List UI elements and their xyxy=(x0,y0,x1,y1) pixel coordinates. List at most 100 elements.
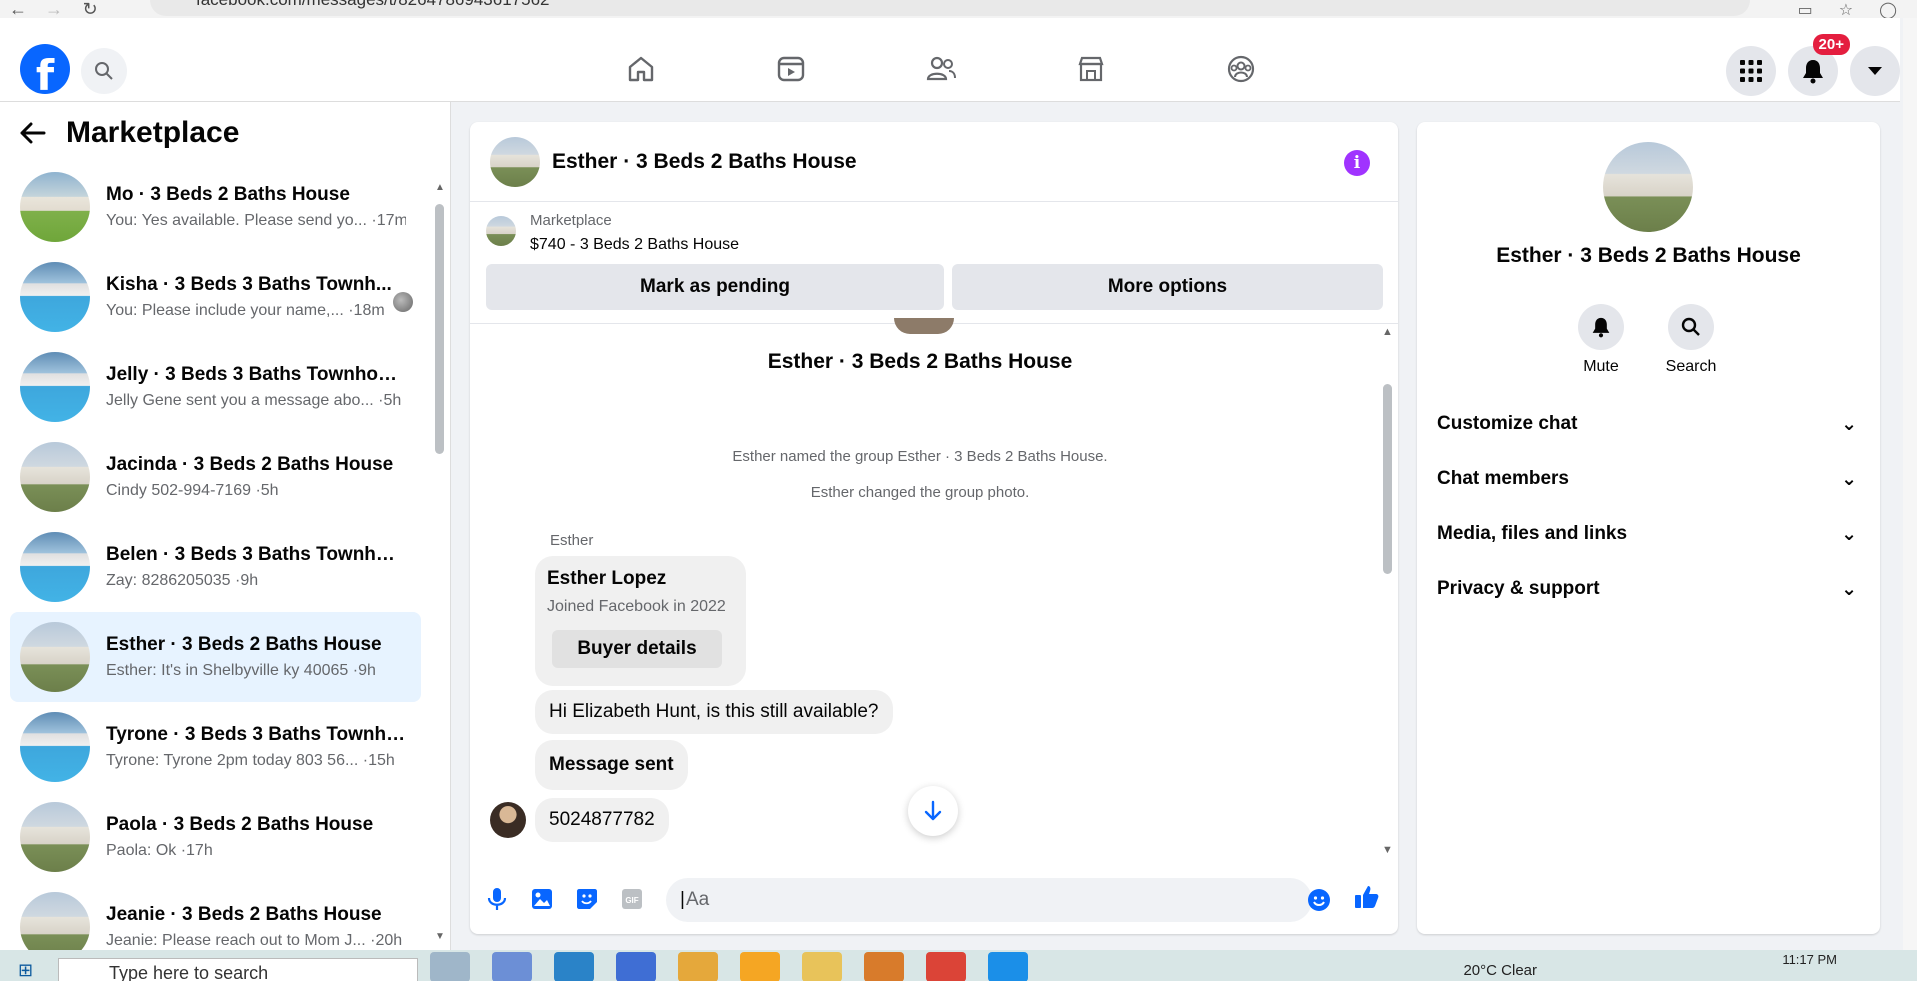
buyer-details-button[interactable]: Buyer details xyxy=(552,630,722,668)
scroll-down-arrow-icon[interactable]: ▼ xyxy=(1382,844,1393,856)
weather-text[interactable]: 20°C Clear xyxy=(1463,962,1537,979)
message-bubble[interactable]: Hi Elizabeth Hunt, is this still availab… xyxy=(535,690,893,734)
photo-icon[interactable] xyxy=(529,886,555,912)
chat-members-section[interactable]: Chat members ⌄ xyxy=(1437,459,1857,499)
account-button[interactable] xyxy=(1850,46,1900,96)
app-icon[interactable] xyxy=(678,952,718,981)
conversation-item[interactable]: Tyrone · 3 Beds 3 Baths Townho... Tyrone:… xyxy=(10,702,421,792)
search-icon xyxy=(1681,317,1700,336)
media-files-links-section[interactable]: Media, files and links ⌄ xyxy=(1437,514,1857,554)
page-scrollbar[interactable] xyxy=(1903,18,1917,950)
gif-icon[interactable]: GIF xyxy=(619,886,645,912)
conversation-item[interactable]: Belen · 3 Beds 3 Baths Townhouse Zay: 828… xyxy=(10,522,421,612)
chevron-down-icon: ⌄ xyxy=(1841,578,1857,600)
section-label: Customize chat xyxy=(1437,413,1578,434)
listing-thumbnail xyxy=(20,442,90,512)
message-bubble[interactable]: 5024877782 xyxy=(535,798,669,842)
conversation-item[interactable]: Jelly · 3 Beds 3 Baths Townhouse Jelly Ge… xyxy=(10,342,421,432)
microphone-icon[interactable] xyxy=(484,886,510,912)
sidebar-scrollbar[interactable]: ▲ ▼ xyxy=(433,182,445,942)
forward-icon[interactable]: → xyxy=(36,0,72,18)
conversation-preview: You: Please include your name,... ·18m xyxy=(106,302,385,319)
chat-scroll-thumb[interactable] xyxy=(1383,384,1392,574)
address-bar[interactable]: facebook.com/messages/t/8264786943617562 xyxy=(150,0,1750,16)
grid-menu-icon xyxy=(1740,60,1762,82)
chat-scrollbar[interactable]: ▲ ▼ xyxy=(1380,324,1394,858)
home-icon xyxy=(628,56,654,82)
app-icon[interactable] xyxy=(802,952,842,981)
listing-thumbnail xyxy=(20,172,90,242)
app-icon[interactable] xyxy=(616,952,656,981)
chat-title[interactable]: Esther · 3 Beds 2 Baths House xyxy=(552,150,857,174)
menu-button[interactable] xyxy=(1726,46,1776,96)
windows-start-icon[interactable]: ⊞ xyxy=(18,960,33,981)
back-arrow-icon[interactable] xyxy=(20,122,46,144)
privacy-support-section[interactable]: Privacy & support ⌄ xyxy=(1437,569,1857,609)
taskbar-search[interactable]: Type here to search xyxy=(58,958,418,981)
listing-thumbnail xyxy=(20,532,90,602)
chrome-icon[interactable] xyxy=(926,952,966,981)
sidebar-scroll-thumb[interactable] xyxy=(435,204,444,454)
svg-text:GIF: GIF xyxy=(625,896,638,905)
back-icon[interactable]: ← xyxy=(0,0,36,18)
marketplace-sidebar: Marketplace Mo · 3 Beds 2 Baths House You… xyxy=(0,102,451,962)
conversation-item[interactable]: Kisha · 3 Beds 3 Baths Townh... You: Plea… xyxy=(10,252,421,342)
groups-icon xyxy=(1227,55,1255,83)
app-icon[interactable] xyxy=(740,952,780,981)
conversation-list: Mo · 3 Beds 2 Baths House You: Yes availa… xyxy=(10,162,421,972)
app-icon[interactable] xyxy=(492,952,532,981)
conversation-preview: Esther: It's in Shelbyville ky 40065 ·9h xyxy=(106,662,376,679)
marketplace-tab[interactable] xyxy=(1070,48,1112,90)
conversation-name: Jeanie · 3 Beds 2 Baths House xyxy=(106,904,382,925)
groups-tab[interactable] xyxy=(1220,48,1262,90)
mark-as-pending-button[interactable]: Mark as pending xyxy=(486,264,944,310)
conversation-item[interactable]: Jacinda · 3 Beds 2 Baths House Cindy 502-… xyxy=(10,432,421,522)
home-tab[interactable] xyxy=(620,48,662,90)
sender-avatar[interactable] xyxy=(490,802,526,838)
scroll-down-arrow-icon[interactable]: ▼ xyxy=(435,931,445,942)
mute-button[interactable]: Mute xyxy=(1556,304,1646,376)
scroll-up-icon[interactable]: ▲ xyxy=(1382,326,1393,338)
app-icon[interactable] xyxy=(554,952,594,981)
notifications-button[interactable]: 20+ xyxy=(1788,34,1850,96)
system-message: Esther changed the group photo. xyxy=(810,484,1030,501)
emoji-icon[interactable] xyxy=(1306,887,1332,913)
message-bubble[interactable]: Message sent xyxy=(535,740,688,790)
conversation-preview: Zay: 8286205035 ·9h xyxy=(106,572,259,589)
customize-chat-section[interactable]: Customize chat ⌄ xyxy=(1437,404,1857,444)
info-icon[interactable]: i xyxy=(1344,150,1370,176)
conversation-name: Mo · 3 Beds 2 Baths House xyxy=(106,184,350,205)
install-icon[interactable]: ▭ xyxy=(1798,0,1813,18)
reload-icon[interactable]: ↻ xyxy=(72,0,108,18)
friends-tab[interactable] xyxy=(920,48,962,90)
conversation-item[interactable]: Paola · 3 Beds 2 Baths House Paola: Ok ·1… xyxy=(10,792,421,882)
message-input[interactable]: | Aa xyxy=(666,878,1312,922)
conversation-preview: Cindy 502-994-7169 ·5h xyxy=(106,482,279,499)
sidebar-title: Marketplace xyxy=(66,116,240,149)
thumbs-up-icon[interactable] xyxy=(1354,884,1380,910)
scroll-to-bottom-button[interactable] xyxy=(908,786,958,836)
arrow-down-icon xyxy=(924,800,942,821)
facebook-logo-icon[interactable]: f xyxy=(20,44,70,94)
clock-time[interactable]: 11:17 PM xyxy=(1782,952,1837,967)
conversation-item-active[interactable]: Esther · 3 Beds 2 Baths House Esther: It'… xyxy=(10,612,421,702)
sticker-icon[interactable] xyxy=(574,886,600,912)
more-options-button[interactable]: More options xyxy=(952,264,1383,310)
video-tab[interactable] xyxy=(770,48,812,90)
app-icon[interactable] xyxy=(430,952,470,981)
search-button[interactable] xyxy=(81,48,127,94)
message-placeholder: Aa xyxy=(685,889,710,910)
listing-thumbnail[interactable] xyxy=(486,216,516,246)
search-in-chat-button[interactable]: Search xyxy=(1646,304,1736,376)
conversation-item[interactable]: Mo · 3 Beds 2 Baths House You: Yes availa… xyxy=(10,162,421,252)
chat-avatar[interactable] xyxy=(490,136,540,187)
listing-price-title[interactable]: $740 - 3 Beds 2 Baths House xyxy=(530,236,739,254)
scroll-up-icon[interactable]: ▲ xyxy=(435,182,445,193)
app-icon[interactable] xyxy=(988,952,1028,981)
bookmark-star-icon[interactable]: ☆ xyxy=(1839,0,1853,18)
windows-taskbar: ⊞ Type here to search 20°C Clear 11:17 P… xyxy=(0,950,1917,981)
profile-icon[interactable]: ◯ xyxy=(1879,0,1897,18)
app-icon[interactable] xyxy=(864,952,904,981)
seen-avatar xyxy=(393,292,413,312)
group-avatar[interactable] xyxy=(1603,142,1693,232)
